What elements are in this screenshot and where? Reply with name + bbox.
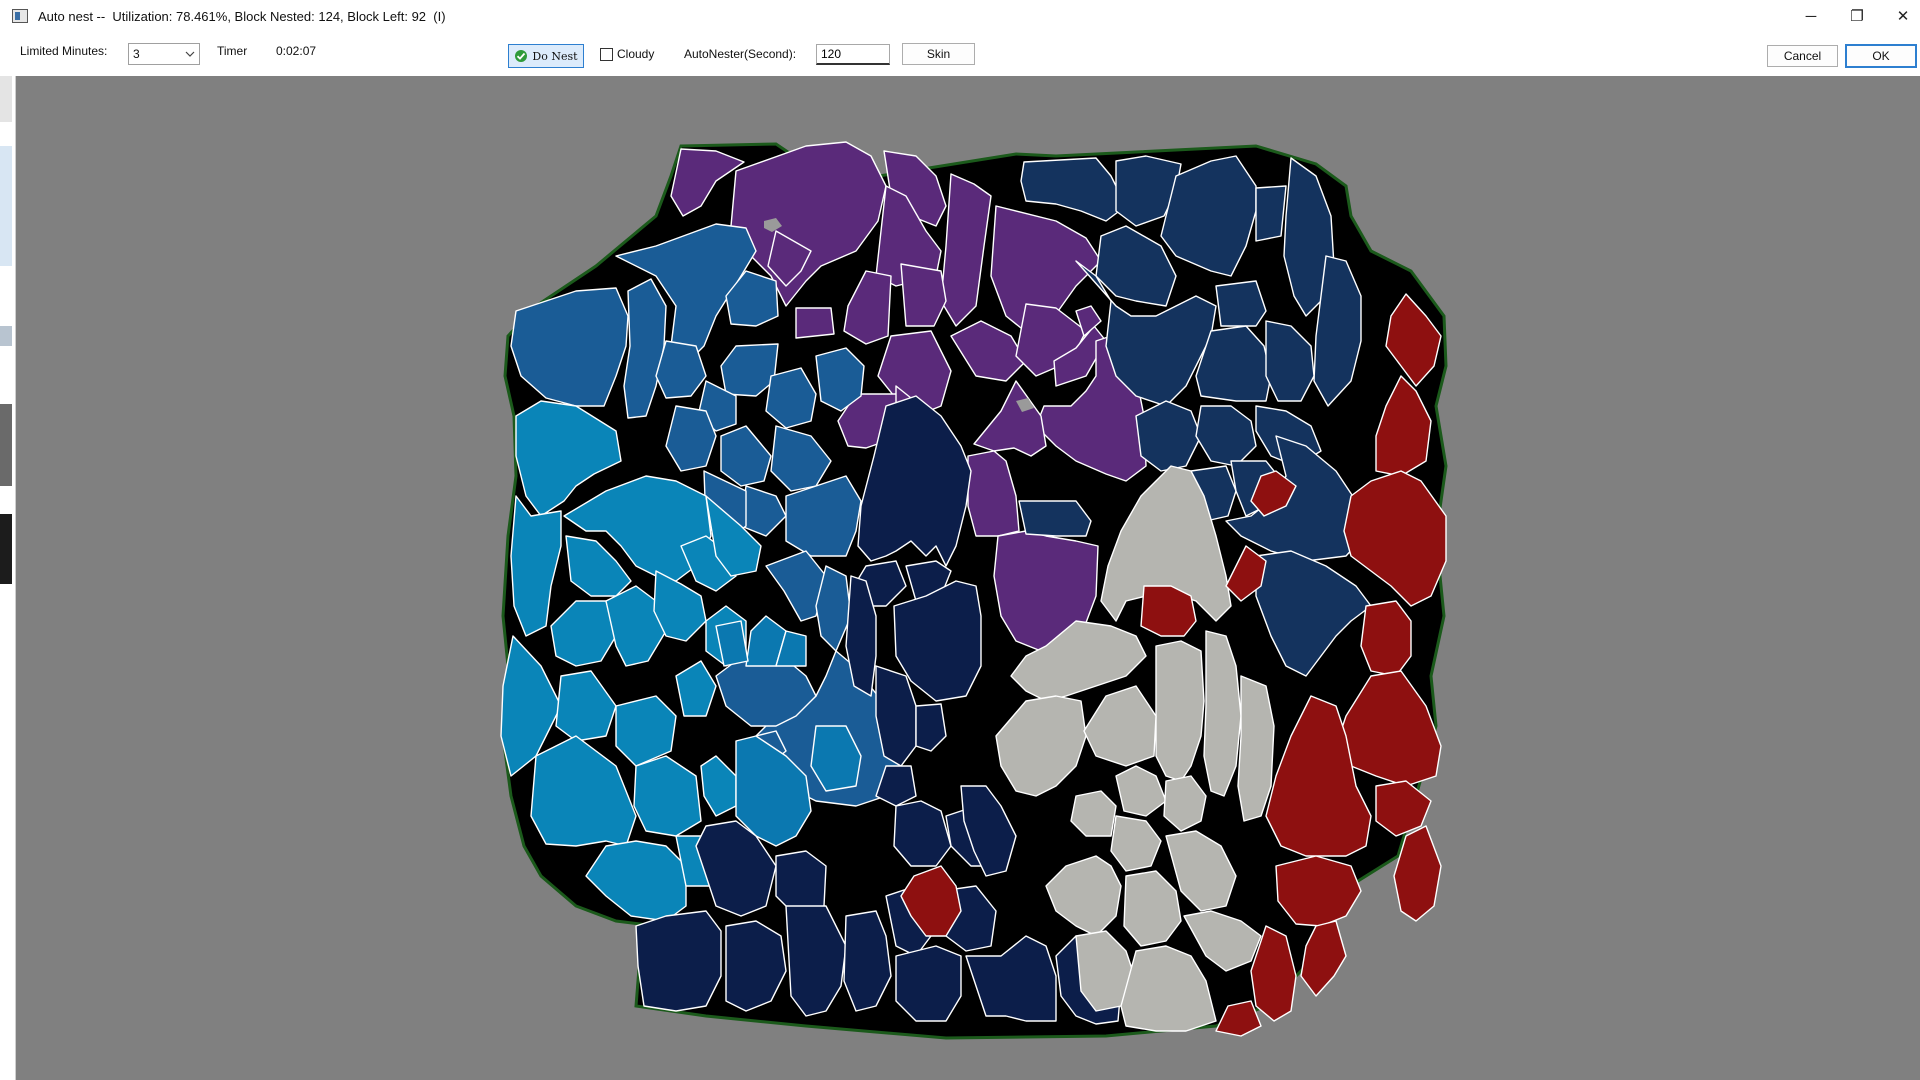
ok-button[interactable]: OK — [1845, 44, 1917, 68]
left-edge-segment — [0, 326, 12, 346]
timer-label: Timer — [217, 44, 248, 58]
app-window-icon — [12, 9, 28, 23]
title-bar: Auto nest -- Utilization: 78.461%, Block… — [0, 0, 1920, 32]
left-edge-segment — [0, 76, 12, 122]
cloudy-label: Cloudy — [617, 47, 655, 61]
left-edge-segment — [0, 514, 12, 584]
left-edge-panel — [0, 76, 16, 1080]
left-edge-segment — [0, 146, 12, 266]
limited-minutes-value: 3 — [133, 47, 140, 61]
close-button[interactable]: ✕ — [1880, 0, 1920, 32]
maximize-button[interactable]: ❐ — [1834, 0, 1880, 32]
toolbar: Limited Minutes: 3 Timer 0:02:07 Do Nest… — [0, 32, 1920, 76]
autonester-seconds-input[interactable] — [816, 44, 890, 65]
do-nest-button[interactable]: Do Nest — [508, 44, 584, 68]
nest-layout — [500, 141, 1448, 1040]
cancel-button[interactable]: Cancel — [1767, 45, 1838, 67]
left-edge-segment — [0, 404, 12, 486]
timer-value: 0:02:07 — [276, 44, 317, 58]
limited-minutes-select[interactable]: 3 — [128, 43, 200, 65]
nesting-canvas[interactable] — [16, 76, 1920, 1080]
checkmark-icon — [515, 50, 528, 62]
window-title: Auto nest -- Utilization: 78.461%, Block… — [38, 8, 446, 24]
cloudy-checkbox-box[interactable] — [600, 47, 613, 61]
autonester-label: AutoNester(Second): — [684, 47, 797, 61]
chevron-down-icon — [185, 51, 195, 57]
skin-button[interactable]: Skin — [902, 43, 975, 65]
do-nest-label: Do Nest — [532, 49, 578, 63]
minimize-button[interactable]: ─ — [1788, 0, 1834, 32]
limited-minutes-label: Limited Minutes: — [20, 44, 108, 58]
cloudy-checkbox[interactable]: Cloudy — [600, 47, 654, 61]
